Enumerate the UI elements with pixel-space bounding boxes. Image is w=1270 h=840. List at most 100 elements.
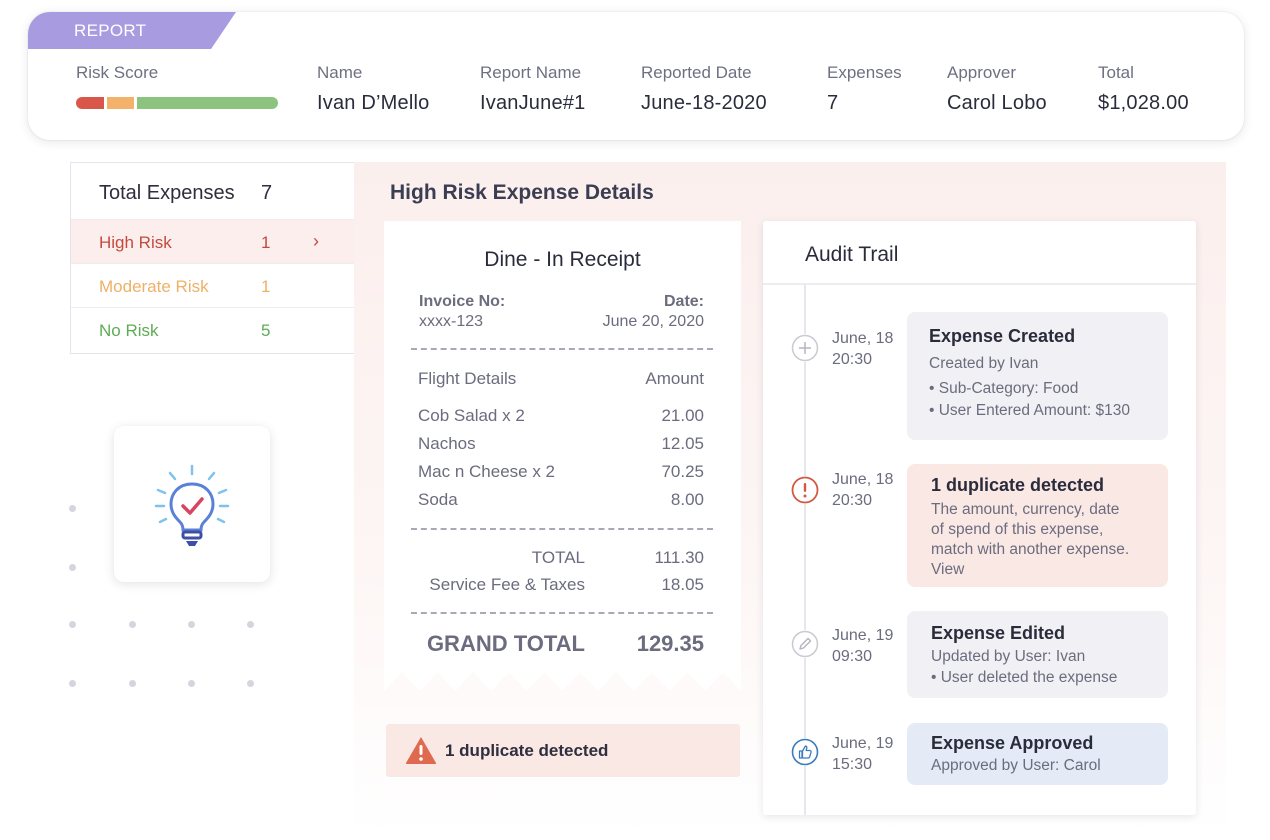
- event-timestamp: June, 18 20:30: [832, 328, 893, 370]
- reported-date-field: Reported Date June-18-2020: [641, 63, 767, 115]
- pencil-circle-icon: [791, 630, 819, 658]
- field-value: IvanJune#1: [480, 92, 586, 114]
- report-header-card: REPORT Risk Score Name Ivan D’Mello Repo…: [28, 12, 1244, 140]
- risk-bar-high-segment: [76, 97, 104, 109]
- insight-tile: [114, 426, 270, 582]
- name-field: Name Ivan D’Mello: [317, 63, 429, 115]
- lightbulb-check-icon: [154, 464, 230, 546]
- line-item-name: Cob Salad x 2: [418, 406, 525, 425]
- event-time: 20:30: [832, 351, 873, 368]
- report-tag: REPORT: [28, 12, 236, 49]
- invoice-label: Invoice No:: [419, 293, 506, 310]
- warning-triangle-icon: [405, 736, 437, 770]
- event-timestamp: June, 19 15:30: [832, 733, 893, 775]
- decorative-dot: [69, 621, 76, 628]
- summary-row-moderate-risk[interactable]: Moderate Risk 1: [71, 263, 354, 307]
- decorative-dot: [69, 505, 76, 512]
- divider: [411, 348, 713, 350]
- event-time: 09:30: [832, 648, 873, 665]
- view-duplicate-link[interactable]: View: [931, 560, 1148, 580]
- expense-risk-summary: Total Expenses 7 High Risk 1 › Moderate …: [70, 162, 354, 354]
- field-value: $1,028.00: [1098, 92, 1189, 114]
- divider: [411, 612, 713, 614]
- risk-score-label: Risk Score: [76, 63, 159, 82]
- expenses-field: Expenses 7: [827, 63, 902, 115]
- event-detail: Updated by User: Ivan: [931, 648, 1086, 665]
- event-detail: Approved by User: Carol: [931, 757, 1101, 774]
- risk-count: 1: [261, 277, 271, 296]
- risk-count: 1: [261, 233, 271, 252]
- line-item-amount: 21.00: [661, 406, 704, 425]
- total-field: Total $1,028.00: [1098, 63, 1189, 115]
- event-detail: of spend of this expense,: [931, 521, 1104, 538]
- decorative-dot: [247, 680, 254, 687]
- line-item-name: Soda: [418, 490, 458, 509]
- decorative-dot: [69, 564, 76, 571]
- risk-count: 5: [261, 321, 271, 340]
- event-detail: Created by Ivan: [929, 355, 1039, 372]
- risk-bar-moderate-segment: [107, 97, 134, 109]
- decorative-dot: [129, 621, 136, 628]
- duplicate-warning-banner[interactable]: 1 duplicate detected: [386, 724, 740, 777]
- summary-row-high-risk[interactable]: High Risk 1 ›: [71, 219, 354, 263]
- event-expense-edited: Expense Edited Updated by User: Ivan • U…: [907, 611, 1168, 698]
- timeline-line: [804, 285, 806, 815]
- event-title: 1 duplicate detected: [931, 475, 1105, 495]
- risk-bar-low-segment: [137, 97, 278, 109]
- event-title: Expense Approved: [931, 733, 1094, 753]
- receipt-title: Dine - In Receipt: [484, 248, 641, 271]
- field-value: Ivan D’Mello: [317, 92, 430, 114]
- field-label: Report Name: [480, 63, 582, 82]
- total-expenses-count: 7: [261, 182, 273, 204]
- line-item-amount: 8.00: [670, 490, 704, 509]
- report-name-field: Report Name IvanJune#1: [480, 63, 585, 115]
- column-header-amount: Amount: [645, 369, 704, 388]
- field-value: Carol Lobo: [947, 92, 1047, 114]
- line-item-name: Nachos: [418, 434, 476, 453]
- grand-total-value: 129.35: [636, 631, 704, 656]
- plus-circle-icon: [791, 334, 819, 362]
- event-date: June, 18: [832, 471, 894, 488]
- event-detail: match with another expense.: [931, 541, 1130, 558]
- divider: [411, 528, 713, 530]
- total-expenses-label: Total Expenses: [99, 182, 235, 204]
- date-value: June 20, 2020: [602, 313, 704, 330]
- total-expenses-row: Total Expenses 7: [71, 163, 354, 219]
- date-label: Date:: [663, 293, 704, 310]
- alert-circle-icon: [791, 476, 819, 504]
- service-fee-value: 18.05: [661, 575, 704, 594]
- risk-label: Moderate Risk: [99, 277, 209, 296]
- audit-trail-card: Audit Trail June, 18 20:30 Expense Creat…: [763, 221, 1196, 815]
- event-detail: The amount, currency, date: [931, 501, 1120, 518]
- event-title: Expense Edited: [931, 623, 1066, 643]
- decorative-dot: [69, 680, 76, 687]
- risk-score-column: Risk Score: [76, 63, 158, 83]
- grand-total-label: GRAND TOTAL: [426, 631, 585, 656]
- decorative-dot: [247, 621, 254, 628]
- total-label: TOTAL: [531, 548, 585, 567]
- service-fee-label: Service Fee & Taxes: [429, 575, 585, 594]
- chevron-right-icon: ›: [313, 231, 319, 251]
- line-item-amount: 12.05: [661, 434, 704, 453]
- audit-trail-title: Audit Trail: [805, 243, 899, 266]
- field-value: 7: [827, 92, 839, 114]
- line-item-name: Mac n Cheese x 2: [418, 462, 556, 481]
- decorative-dot: [188, 680, 195, 687]
- event-time: 15:30: [832, 756, 873, 773]
- summary-row-no-risk[interactable]: No Risk 5: [71, 307, 354, 351]
- total-value: 111.30: [654, 548, 704, 567]
- audit-trail-header: Audit Trail: [763, 221, 1196, 285]
- event-date: June, 18: [832, 330, 894, 347]
- column-header-item: Flight Details: [418, 369, 517, 388]
- invoice-value: xxxx-123: [419, 313, 484, 330]
- thumbs-up-circle-icon: [791, 738, 819, 766]
- event-date: June, 19: [832, 735, 894, 752]
- event-title: Expense Created: [929, 326, 1076, 346]
- approver-field: Approver Carol Lobo: [947, 63, 1047, 115]
- field-label: Reported Date: [641, 63, 752, 82]
- event-duplicate-detected: 1 duplicate detected The amount, currenc…: [907, 464, 1168, 587]
- event-time: 20:30: [832, 492, 873, 509]
- field-value: June-18-2020: [641, 92, 767, 114]
- decorative-dot: [188, 621, 195, 628]
- risk-label: No Risk: [99, 321, 159, 340]
